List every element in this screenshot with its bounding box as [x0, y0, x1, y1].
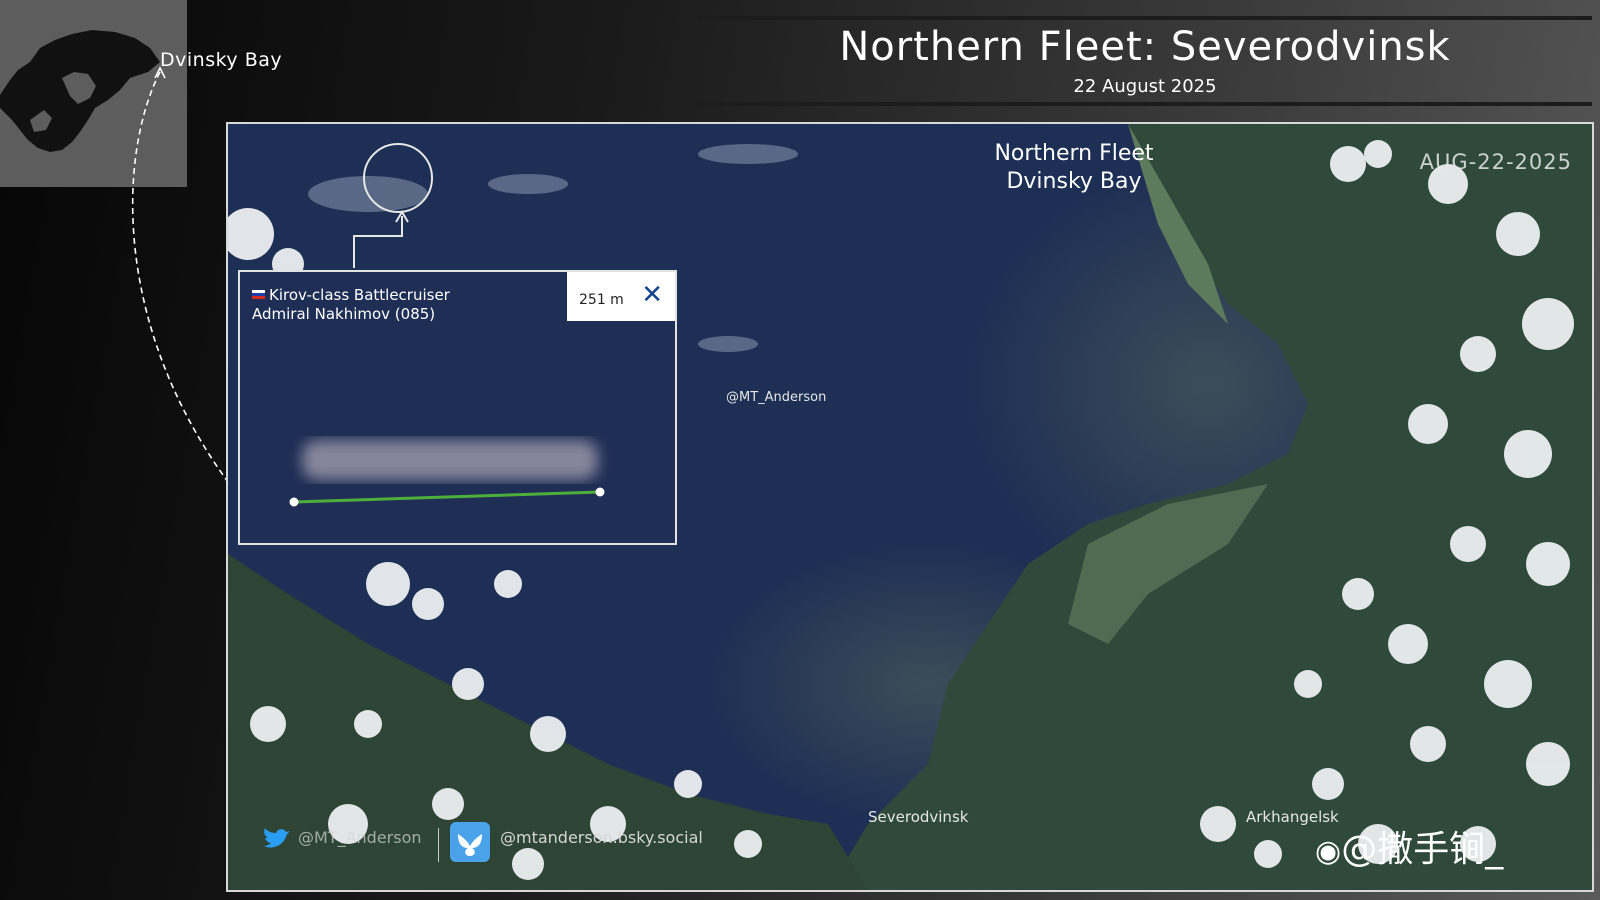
measure-start-handle[interactable] — [289, 497, 299, 507]
ship-callout-panel: Kirov-class Battlecruiser Admiral Nakhim… — [238, 270, 677, 545]
ship-detail-image — [289, 440, 605, 507]
twitter-handle: @MT_Anderson — [298, 828, 422, 847]
satellite-map: Northern Fleet Dvinsky Bay AUG-22-2025 @… — [226, 122, 1594, 892]
footer-divider — [438, 828, 439, 862]
twitter-bird-icon — [264, 828, 290, 848]
page-date: 22 August 2025 — [1073, 76, 1217, 97]
blurred-ship — [302, 440, 598, 480]
bluesky-handle: @mtanderson.bsky.social — [500, 828, 703, 847]
locator-connector-line — [131, 66, 229, 483]
map-title-line1: Northern Fleet — [994, 141, 1154, 166]
map-title: Northern Fleet Dvinsky Bay — [928, 140, 1220, 196]
place-severodvinsk: Severodvinsk — [868, 808, 969, 826]
image-date-stamp: AUG-22-2025 — [1419, 150, 1572, 174]
leader-line — [353, 216, 403, 268]
weibo-watermark: ◉@撒手锏_ — [1315, 820, 1503, 872]
map-credit: @MT_Anderson — [726, 390, 827, 405]
watermark-text: @撒手锏_ — [1341, 829, 1504, 870]
target-marker — [353, 143, 433, 268]
page-title: Northern Fleet: Severodvinsk — [839, 24, 1451, 70]
measure-end-handle[interactable] — [595, 487, 605, 497]
weibo-logo-icon: ◉ — [1315, 834, 1342, 869]
map-title-line2: Dvinsky Bay — [1006, 169, 1142, 194]
header-top-rule — [698, 16, 1592, 20]
bluesky-icon — [450, 822, 490, 862]
target-circle — [363, 143, 433, 213]
measurement-line — [293, 490, 601, 504]
header-bottom-rule — [698, 102, 1592, 106]
